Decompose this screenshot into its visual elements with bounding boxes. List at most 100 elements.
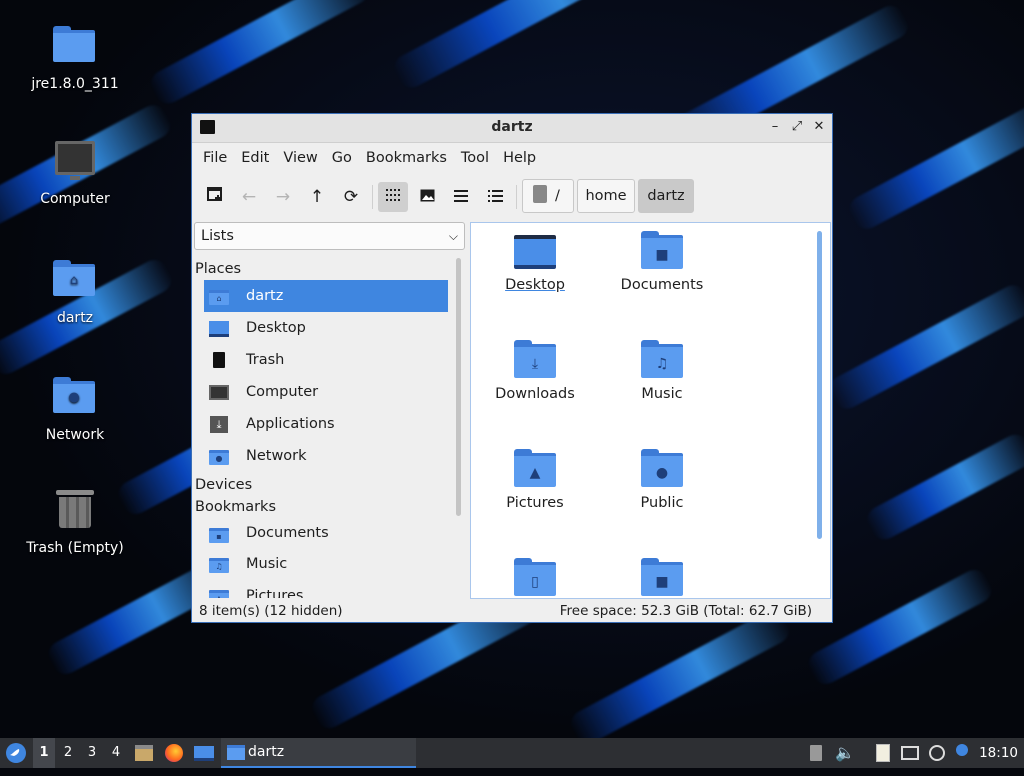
file-label: Music bbox=[641, 386, 683, 402]
file-label: Pictures bbox=[506, 495, 564, 511]
menu-view[interactable]: View bbox=[276, 150, 324, 166]
file-item-documents[interactable]: ■ Documents bbox=[600, 231, 724, 293]
icon-view-icon[interactable] bbox=[378, 182, 408, 212]
close-button[interactable]: ✕ bbox=[810, 118, 828, 136]
menu-go[interactable]: Go bbox=[325, 150, 359, 166]
documents-folder-icon: ■ bbox=[641, 231, 683, 269]
path-segment-home[interactable]: home bbox=[577, 179, 635, 213]
firefox-icon[interactable] bbox=[162, 738, 186, 768]
file-item-desktop[interactable]: Desktop bbox=[473, 231, 597, 293]
maximize-button[interactable]: ⤢ bbox=[788, 118, 806, 136]
menu-bookmarks[interactable]: Bookmarks bbox=[359, 150, 454, 166]
bookmark-item-documents[interactable]: ▪ Documents bbox=[204, 518, 448, 548]
place-item-applications[interactable]: ⤓ Applications bbox=[204, 408, 448, 440]
file-manager-launcher-icon[interactable] bbox=[132, 738, 156, 768]
menu-file[interactable]: File bbox=[196, 150, 234, 166]
pictures-folder-icon: ▲ bbox=[514, 449, 556, 487]
task-button-dartz[interactable]: dartz bbox=[221, 738, 416, 768]
menu-bar: File Edit View Go Bookmarks Tool Help bbox=[192, 143, 832, 173]
up-button[interactable]: ↑ bbox=[302, 182, 332, 212]
distro-logo-icon bbox=[6, 743, 26, 763]
side-pane-scrollbar[interactable] bbox=[456, 258, 461, 516]
file-manager-window: dartz – ⤢ ✕ File Edit View Go Bookmarks … bbox=[191, 113, 833, 623]
file-view: Desktop ■ Documents ⤓ Downloads ♫ Music … bbox=[470, 222, 831, 599]
section-bookmarks: Bookmarks bbox=[195, 499, 277, 515]
place-item-computer[interactable]: Computer bbox=[204, 376, 448, 408]
applications-icon: ⤓ bbox=[209, 416, 229, 433]
place-item-network[interactable]: ● Network bbox=[204, 440, 448, 472]
place-label: Computer bbox=[246, 384, 319, 400]
file-item-music[interactable]: ♫ Music bbox=[600, 340, 724, 402]
side-pane-mode-select[interactable]: Lists ⌵ bbox=[194, 222, 465, 250]
compact-view-icon[interactable] bbox=[446, 182, 476, 212]
documents-folder-icon: ▪ bbox=[209, 526, 229, 543]
update-notifier-icon[interactable] bbox=[926, 738, 948, 768]
workspace-4[interactable]: 4 bbox=[105, 738, 127, 768]
menu-help[interactable]: Help bbox=[496, 150, 543, 166]
videos-folder-icon: ■ bbox=[641, 558, 683, 596]
thumbnail-view-icon[interactable] bbox=[412, 182, 442, 212]
file-item-pictures[interactable]: ▲ Pictures bbox=[473, 449, 597, 511]
file-label: Desktop bbox=[505, 277, 565, 293]
notification-icon[interactable] bbox=[952, 738, 972, 768]
home-folder-icon: ⌂ bbox=[209, 288, 229, 305]
file-item-public[interactable]: ● Public bbox=[600, 449, 724, 511]
path-root-button[interactable]: / bbox=[522, 179, 574, 213]
removable-media-icon[interactable] bbox=[806, 738, 826, 768]
workspace-3[interactable]: 3 bbox=[81, 738, 103, 768]
place-item-desktop[interactable]: Desktop bbox=[204, 312, 448, 344]
desktop-icon-home[interactable]: ⌂ dartz bbox=[20, 254, 130, 326]
menu-tool[interactable]: Tool bbox=[454, 150, 496, 166]
place-label: Applications bbox=[246, 416, 335, 432]
minimize-button[interactable]: – bbox=[766, 118, 784, 136]
place-item-trash[interactable]: Trash bbox=[204, 344, 448, 376]
network-folder-icon: ● bbox=[53, 377, 97, 421]
title-bar[interactable]: dartz – ⤢ ✕ bbox=[192, 114, 832, 143]
clipboard-icon[interactable] bbox=[872, 738, 894, 768]
desktop-icon-trash[interactable]: Trash (Empty) bbox=[20, 488, 130, 556]
desktop-icon-label: Network bbox=[45, 427, 105, 443]
public-folder-icon: ● bbox=[641, 449, 683, 487]
reload-button[interactable]: ⟳ bbox=[336, 182, 366, 212]
list-view-icon[interactable] bbox=[480, 182, 510, 212]
computer-icon bbox=[209, 384, 229, 401]
path-root-label: / bbox=[555, 188, 560, 204]
side-pane: Lists ⌵ Places ⌂ dartz Desktop Trash Com… bbox=[194, 222, 465, 600]
toolbar-separator bbox=[516, 185, 517, 209]
desktop-folder-icon bbox=[514, 231, 556, 269]
show-desktop-icon[interactable] bbox=[192, 738, 216, 768]
folder-icon bbox=[227, 745, 245, 760]
places-list: Places ⌂ dartz Desktop Trash Computer ⤓ … bbox=[194, 258, 448, 598]
desktop-icon-jre[interactable]: jre1.8.0_311 bbox=[20, 20, 130, 92]
place-label: dartz bbox=[246, 288, 284, 304]
network-status-icon[interactable] bbox=[898, 738, 922, 768]
window-title: dartz bbox=[491, 119, 533, 135]
new-tab-icon[interactable] bbox=[200, 182, 230, 212]
computer-icon bbox=[53, 141, 97, 185]
file-item-videos[interactable]: ■ bbox=[600, 558, 724, 598]
folder-icon bbox=[53, 26, 97, 70]
place-item-home[interactable]: ⌂ dartz bbox=[204, 280, 448, 312]
file-view-scrollbar[interactable] bbox=[817, 231, 822, 539]
desktop-icon-label: Computer bbox=[40, 191, 110, 207]
place-label: Desktop bbox=[246, 320, 306, 336]
bookmark-item-music[interactable]: ♫ Music bbox=[204, 548, 448, 580]
menu-edit[interactable]: Edit bbox=[234, 150, 276, 166]
desktop-icon-network[interactable]: ● Network bbox=[20, 371, 130, 443]
workspace-2[interactable]: 2 bbox=[57, 738, 79, 768]
start-menu-button[interactable] bbox=[2, 738, 30, 768]
back-button[interactable]: ← bbox=[234, 182, 264, 212]
forward-button[interactable]: → bbox=[268, 182, 298, 212]
bookmark-label: Music bbox=[246, 556, 288, 572]
bookmark-item-pictures[interactable]: ▲ Pictures bbox=[204, 580, 448, 598]
volume-icon[interactable]: 🔈 bbox=[834, 738, 856, 768]
path-segment-dartz[interactable]: dartz bbox=[638, 179, 694, 213]
workspace-1[interactable]: 1 bbox=[33, 738, 55, 768]
desktop-icon-computer[interactable]: Computer bbox=[20, 137, 130, 207]
drive-icon bbox=[533, 185, 547, 203]
status-item-count: 8 item(s) (12 hidden) bbox=[199, 603, 343, 619]
file-item-downloads[interactable]: ⤓ Downloads bbox=[473, 340, 597, 402]
file-item-templates[interactable]: ▯ bbox=[473, 558, 597, 598]
trash-icon bbox=[53, 490, 97, 534]
clock[interactable]: 18:10 bbox=[979, 738, 1018, 768]
